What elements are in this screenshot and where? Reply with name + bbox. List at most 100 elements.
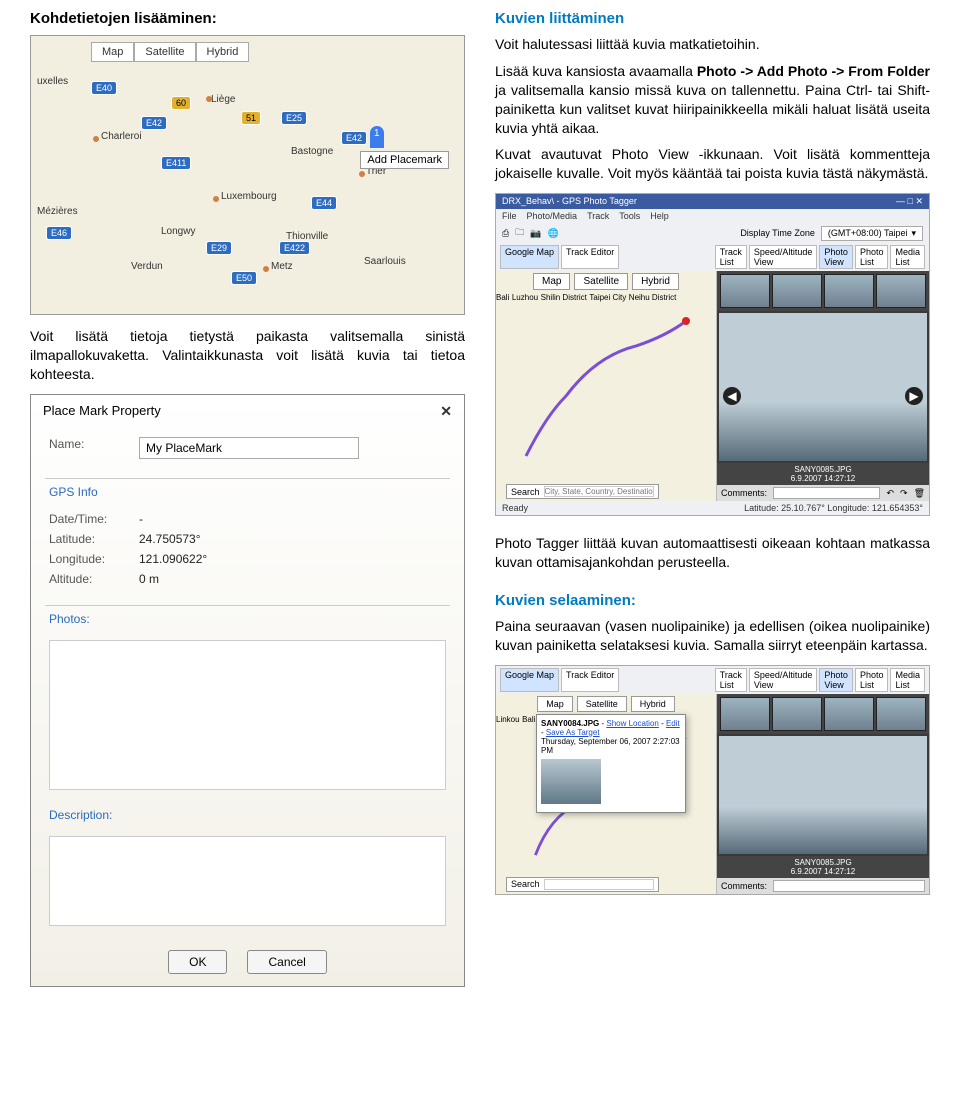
search-input[interactable]: [544, 486, 654, 497]
close-icon[interactable]: ✕: [440, 403, 452, 420]
tab-tracklist[interactable]: Track List: [715, 245, 747, 269]
prev-photo-button[interactable]: ◀: [723, 387, 741, 405]
comments-input[interactable]: [773, 487, 880, 499]
datetime-label: Date/Time:: [49, 512, 139, 526]
road-badge: E40: [91, 81, 117, 95]
city-label: Liège: [211, 94, 235, 105]
comments-input[interactable]: [773, 880, 925, 892]
tab-google-map[interactable]: Google Map: [500, 668, 559, 692]
popup-link-showloc[interactable]: Show Location: [606, 719, 658, 728]
map-panel[interactable]: Map Satellite Hybrid Bali Luzhou Shilin …: [496, 271, 717, 501]
map-pin-icon[interactable]: [370, 126, 384, 148]
road-badge: E411: [161, 156, 191, 170]
road-badge: E25: [281, 111, 307, 125]
mini-tab-satellite[interactable]: Satellite: [577, 696, 627, 712]
status-latlon: Latitude: 25.10.767° Longitude: 121.6543…: [744, 503, 923, 513]
menu-file[interactable]: File: [502, 211, 517, 221]
cancel-button[interactable]: Cancel: [247, 950, 326, 974]
road-badge: E50: [231, 271, 257, 285]
tab-tracklist[interactable]: Track List: [715, 668, 747, 692]
latitude-label: Latitude:: [49, 532, 139, 546]
app-title: DRX_Behav\ - GPS Photo Tagger: [502, 196, 637, 207]
city-label: Charleroi: [101, 131, 142, 142]
photo-thumbnail[interactable]: [720, 697, 770, 731]
name-input[interactable]: [139, 437, 359, 459]
gps-info-title: GPS Info: [31, 485, 464, 499]
tab-track-editor[interactable]: Track Editor: [561, 245, 619, 269]
para-kuvat-avautuvat: Kuvat avautuvat Photo View -ikkunaan. Vo…: [495, 145, 930, 183]
tab-speedalt[interactable]: Speed/Altitude View: [749, 245, 818, 269]
para-paina-seuraavan: Paina seuraavan (vasen nuolipainike) ja …: [495, 617, 930, 655]
city-label: uxelles: [37, 76, 68, 87]
photo-thumbnail[interactable]: [720, 274, 770, 308]
photo-thumbnail[interactable]: [824, 274, 874, 308]
delete-icon[interactable]: 🗑: [914, 488, 925, 499]
description-input[interactable]: [49, 836, 446, 926]
mini-tab-map[interactable]: Map: [537, 696, 573, 712]
photo-timestamp: 6.9.2007 14:27:12: [791, 867, 856, 876]
rotate-left-icon[interactable]: ↶: [886, 488, 894, 499]
mini-tab-hybrid[interactable]: Hybrid: [632, 273, 679, 290]
displaytz-label: Display Time Zone: [740, 228, 815, 238]
main-photo: [719, 736, 927, 854]
map-tab-map[interactable]: Map: [91, 42, 134, 62]
mini-tab-map[interactable]: Map: [533, 273, 570, 290]
tab-photoview[interactable]: Photo View: [819, 245, 853, 269]
search-input[interactable]: [544, 879, 654, 890]
longitude-value: 121.090622°: [139, 552, 207, 566]
tab-speedalt[interactable]: Speed/Altitude View: [749, 668, 818, 692]
photo-thumbnail[interactable]: [772, 274, 822, 308]
popup-thumbnail: [541, 759, 601, 804]
road-badge: 51: [241, 111, 261, 125]
tab-google-map[interactable]: Google Map: [500, 245, 559, 269]
city-dot-icon: [213, 196, 219, 202]
tab-medialist[interactable]: Media List: [890, 668, 925, 692]
mini-tab-satellite[interactable]: Satellite: [574, 273, 628, 290]
toolbar-icon[interactable]: ⎙: [502, 228, 509, 239]
menu-path-bold: Photo -> Add Photo -> From Folder: [697, 63, 930, 79]
map-tab-satellite[interactable]: Satellite: [134, 42, 195, 62]
tab-track-editor[interactable]: Track Editor: [561, 668, 619, 692]
menu-tools[interactable]: Tools: [619, 211, 640, 221]
menu-track[interactable]: Track: [587, 211, 609, 221]
toolbar-icon[interactable]: 📷: [530, 228, 541, 239]
window-controls[interactable]: — □ ✕: [896, 196, 923, 207]
city-dot-icon: [263, 266, 269, 272]
rotate-right-icon[interactable]: ↷: [900, 488, 908, 499]
toolbar-icon[interactable]: 🗀: [515, 225, 524, 241]
photo-thumbnail[interactable]: [876, 697, 926, 731]
description-label: Description:: [31, 808, 464, 822]
photo-thumbnail[interactable]: [876, 274, 926, 308]
altitude-label: Altitude:: [49, 572, 139, 586]
tab-photoview[interactable]: Photo View: [819, 668, 853, 692]
map-tab-hybrid[interactable]: Hybrid: [196, 42, 250, 62]
mini-tab-hybrid[interactable]: Hybrid: [631, 696, 675, 712]
popup-link-save[interactable]: Save As Target: [546, 728, 600, 737]
road-badge: 60: [171, 96, 191, 110]
tab-photolist[interactable]: Photo List: [855, 245, 889, 269]
menu-photomedia[interactable]: Photo/Media: [527, 211, 578, 221]
city-dot-icon: [206, 96, 212, 102]
status-ready: Ready: [502, 503, 528, 513]
tab-photolist[interactable]: Photo List: [855, 668, 889, 692]
map-panel[interactable]: Map Satellite Hybrid Linkou Bali Shilin …: [496, 694, 717, 894]
road-badge: E42: [141, 116, 167, 130]
comments-label: Comments:: [721, 488, 767, 498]
add-placemark-button[interactable]: Add Placemark: [360, 151, 449, 169]
photo-thumbnail[interactable]: [772, 697, 822, 731]
menu-help[interactable]: Help: [650, 211, 669, 221]
toolbar-icon[interactable]: 🌐: [547, 228, 558, 239]
ok-button[interactable]: OK: [168, 950, 227, 974]
city-label: Metz: [271, 261, 293, 272]
photo-timestamp: 6.9.2007 14:27:12: [791, 474, 856, 483]
next-photo-button[interactable]: ▶: [905, 387, 923, 405]
timezone-dropdown[interactable]: (GMT+08:00) Taipei▾: [821, 226, 923, 241]
city-label: Luxembourg: [221, 191, 277, 202]
tab-medialist[interactable]: Media List: [890, 245, 925, 269]
text-fragment: Lisää kuva kansiosta avaamalla: [495, 63, 697, 79]
city-label: Verdun: [131, 261, 163, 272]
para-photo-tagger: Photo Tagger liittää kuvan automaattises…: [495, 534, 930, 572]
photo-thumbnail[interactable]: [824, 697, 874, 731]
popup-link-edit[interactable]: Edit: [666, 719, 680, 728]
city-label: Mézières: [37, 206, 78, 217]
